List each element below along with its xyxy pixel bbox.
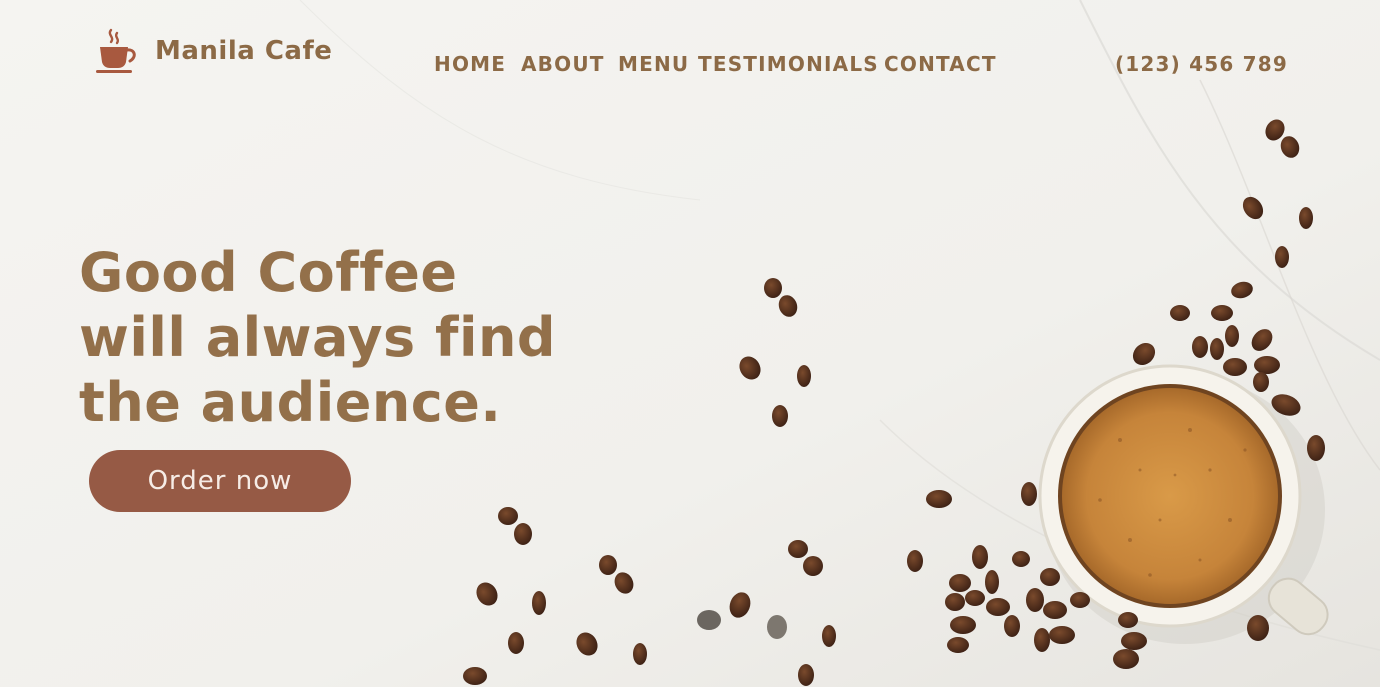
hero-headline-line-3: the audience.	[79, 371, 502, 434]
nav-item-home[interactable]: HOME	[434, 52, 506, 76]
coffee-cup-icon	[96, 28, 136, 73]
phone-number[interactable]: (123) 456 789	[1115, 52, 1288, 76]
hero-headline: Good Coffee will always find the audienc…	[79, 240, 599, 435]
order-now-button[interactable]: Order now	[89, 450, 351, 512]
hero-headline-line-2: will always find	[79, 306, 557, 369]
nav-item-contact[interactable]: CONTACT	[884, 52, 997, 76]
hero-headline-line-1: Good Coffee	[79, 241, 458, 304]
brand-name: Manila Cafe	[155, 36, 333, 66]
brand-logo[interactable]: Manila Cafe	[95, 28, 332, 74]
nav-item-menu[interactable]: MENU	[618, 52, 689, 76]
nav-item-about[interactable]: ABOUT	[521, 52, 605, 76]
nav-item-testimonials[interactable]: TESTIMONIALS	[698, 52, 879, 76]
